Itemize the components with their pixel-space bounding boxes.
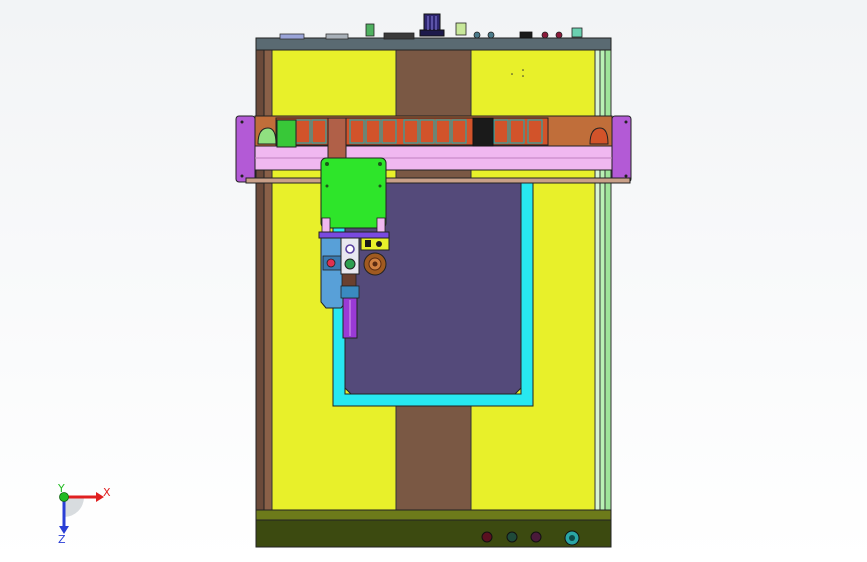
button-maroon[interactable] <box>530 531 542 543</box>
port-1 <box>473 31 481 39</box>
connector-small <box>325 33 349 40</box>
connector-pin <box>365 23 375 37</box>
button-red[interactable] <box>481 531 493 543</box>
cad-viewport[interactable]: X Y Z <box>0 0 867 562</box>
connector-teal <box>571 27 583 38</box>
port-3 <box>541 31 549 39</box>
connector-green <box>455 22 467 36</box>
axis-triad: X Y Z <box>57 482 111 546</box>
top-connectors <box>279 13 583 40</box>
machine-drawing: X Y Z <box>57 13 632 548</box>
carriage-bar-purple <box>318 231 390 239</box>
connector-db <box>279 33 305 40</box>
button-green[interactable] <box>506 531 518 543</box>
chain-bracket-green <box>276 119 297 148</box>
base-plate <box>255 519 612 548</box>
connector-long <box>383 32 415 40</box>
z-axis-label: Z <box>58 533 66 546</box>
port-2 <box>487 31 495 39</box>
gantry-end-right <box>611 115 632 183</box>
port-4 <box>555 31 563 39</box>
chain-clamp-black <box>472 117 494 147</box>
gantry-lower-rail <box>245 177 631 184</box>
x-axis-label: X <box>103 486 111 499</box>
chain-bracket-brown <box>327 117 347 159</box>
connector-black <box>519 31 533 39</box>
base-lip <box>255 509 612 521</box>
knob-base <box>419 29 445 37</box>
gantry-end-left <box>235 115 256 183</box>
top-rail <box>255 37 612 51</box>
carriage-plate <box>320 157 387 229</box>
y-axis-label: Y <box>57 482 65 495</box>
